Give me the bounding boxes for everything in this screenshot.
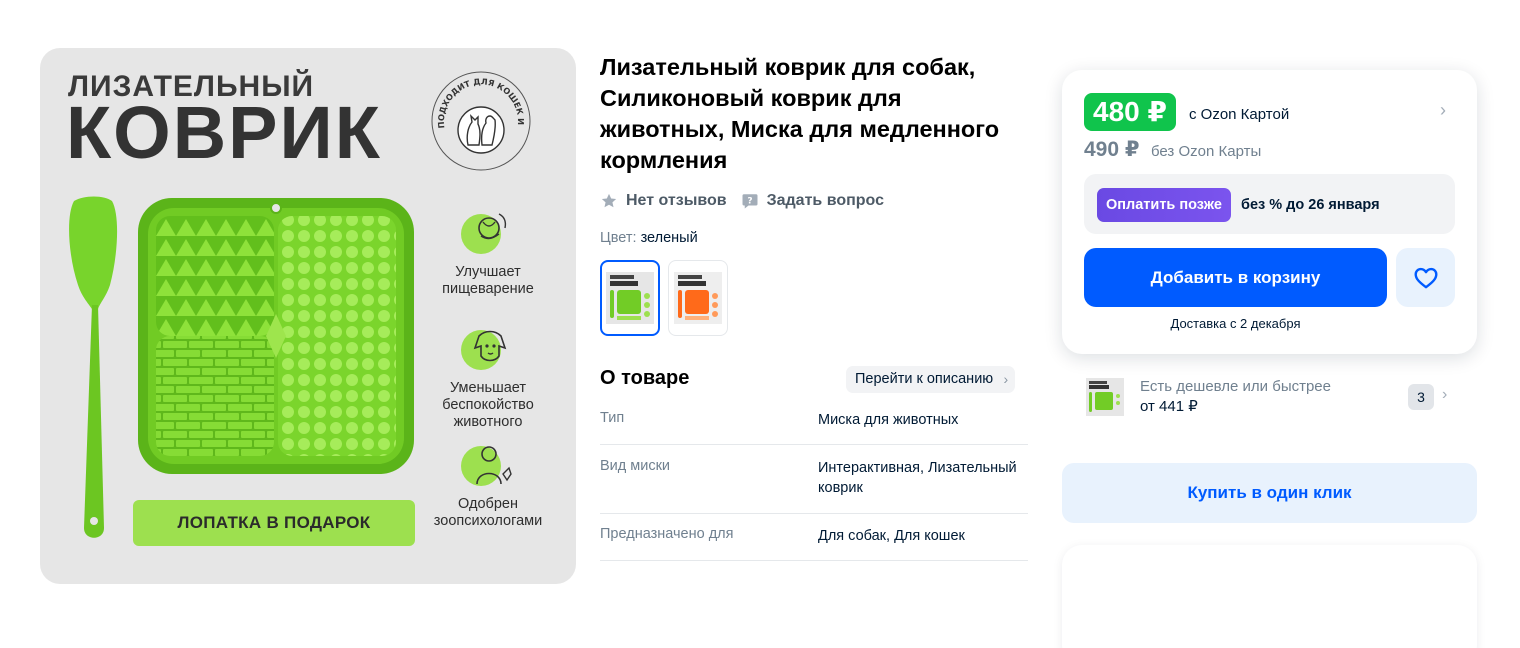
- go-to-description-label: Перейти к описанию: [855, 371, 994, 387]
- chevron-right-icon: ›: [1003, 371, 1009, 387]
- spec-key: Предназначено для: [600, 526, 734, 542]
- feature-approved-text: Одобрен зоопсихологами: [433, 496, 543, 529]
- pay-later-button[interactable]: Оплатить позже: [1097, 188, 1231, 222]
- image-title-big: КОВРИК: [66, 91, 382, 174]
- delivery-info: Доставка с 2 декабря: [1170, 316, 1301, 331]
- variant-swatch-orange[interactable]: [668, 260, 728, 336]
- price-without-card-label: без Ozon Карты: [1151, 143, 1262, 160]
- variant-orange-thumbnail: [674, 272, 722, 324]
- cheaper-offers-price: от 441 ₽: [1140, 398, 1198, 415]
- feature-approved: Одобрен зоопсихологами: [423, 440, 553, 530]
- feature-digestion: Улучшает пищеварение: [423, 208, 553, 298]
- digestion-icon: [461, 213, 507, 254]
- chevron-right-icon[interactable]: ›: [1442, 386, 1447, 404]
- spatula-image: [69, 196, 118, 538]
- about-title: О товаре: [600, 367, 690, 389]
- cats-dogs-seal-icon: ПОДХОДИТ ДЛЯ КОШЕК И СОБАК: [430, 70, 531, 171]
- ask-question-link[interactable]: ? Задать вопрос: [741, 192, 884, 210]
- ask-question-text: Задать вопрос: [766, 192, 884, 209]
- reviews-text: Нет отзывов: [626, 192, 727, 209]
- cheaper-offer-thumbnail: [1084, 376, 1126, 418]
- favorite-button[interactable]: [1396, 248, 1455, 307]
- star-icon: [601, 193, 617, 208]
- chevron-right-icon[interactable]: ›: [1440, 100, 1446, 121]
- feature-digestion-text: Улучшает пищеварение: [442, 264, 534, 297]
- side-card-placeholder: [1062, 545, 1477, 648]
- pay-later-terms: без % до 26 января: [1241, 197, 1380, 213]
- expert-icon: [461, 446, 512, 486]
- reviews-link[interactable]: Нет отзывов: [600, 192, 727, 210]
- rating-row: Нет отзывов ? Задать вопрос: [600, 192, 884, 210]
- price-without-card: 490 ₽: [1084, 138, 1140, 161]
- pay-later-box: Оплатить позже без % до 26 января: [1084, 174, 1455, 234]
- spec-key: Вид миски: [600, 458, 671, 474]
- color-label: Цвет:: [600, 230, 637, 246]
- add-to-cart-button[interactable]: Добавить в корзину: [1084, 248, 1387, 307]
- heart-icon: [1414, 267, 1437, 288]
- svg-text:?: ?: [747, 196, 752, 206]
- product-title: Лизательный коврик для собак, Силиконовы…: [600, 54, 1000, 173]
- variant-swatch-green[interactable]: [600, 260, 660, 336]
- go-to-description-button[interactable]: Перейти к описанию ›: [846, 366, 1016, 393]
- buy-box: 480 ₽ с Ozon Картой › 490 ₽ без Ozon Кар…: [1062, 70, 1477, 354]
- price-with-card-label: с Ozon Картой: [1189, 106, 1290, 123]
- spec-row-type: Тип Миска для животных: [600, 410, 1028, 445]
- color-row: Цвет: зеленый: [600, 230, 698, 246]
- gift-spatula-banner: ЛОПАТКА В ПОДАРОК: [133, 500, 415, 546]
- spec-value: Миска для животных: [818, 412, 959, 428]
- price-with-card[interactable]: 480 ₽: [1084, 93, 1176, 131]
- spec-row-purpose: Предназначено для Для собак, Для кошек: [600, 526, 1028, 561]
- cheaper-offers-title[interactable]: Есть дешевле или быстрее: [1140, 378, 1331, 395]
- variant-green-thumbnail: [606, 272, 654, 324]
- feature-calm: Уменьшает беспокойство животного: [423, 324, 553, 431]
- feature-calm-text: Уменьшает беспокойство животного: [442, 380, 534, 430]
- spec-value: Для собак, Для кошек: [818, 528, 965, 544]
- buy-one-click-button[interactable]: Купить в один клик: [1062, 463, 1477, 523]
- spec-row-bowl-kind: Вид миски Интерактивная, Лизательный ков…: [600, 458, 1028, 514]
- question-bubble-icon: ?: [742, 194, 758, 209]
- product-main-image[interactable]: ЛИЗАТЕЛЬНЫЙ КОВРИК ПОДХОДИТ ДЛЯ КОШЕК И …: [40, 48, 576, 584]
- dog-icon: [461, 330, 507, 370]
- spec-value: Интерактивная, Лизательный коврик: [818, 460, 1017, 496]
- spec-key: Тип: [600, 410, 625, 426]
- color-value: зеленый: [640, 230, 698, 246]
- cheaper-offers-count: 3: [1408, 384, 1434, 410]
- lick-mat-image: [138, 198, 414, 474]
